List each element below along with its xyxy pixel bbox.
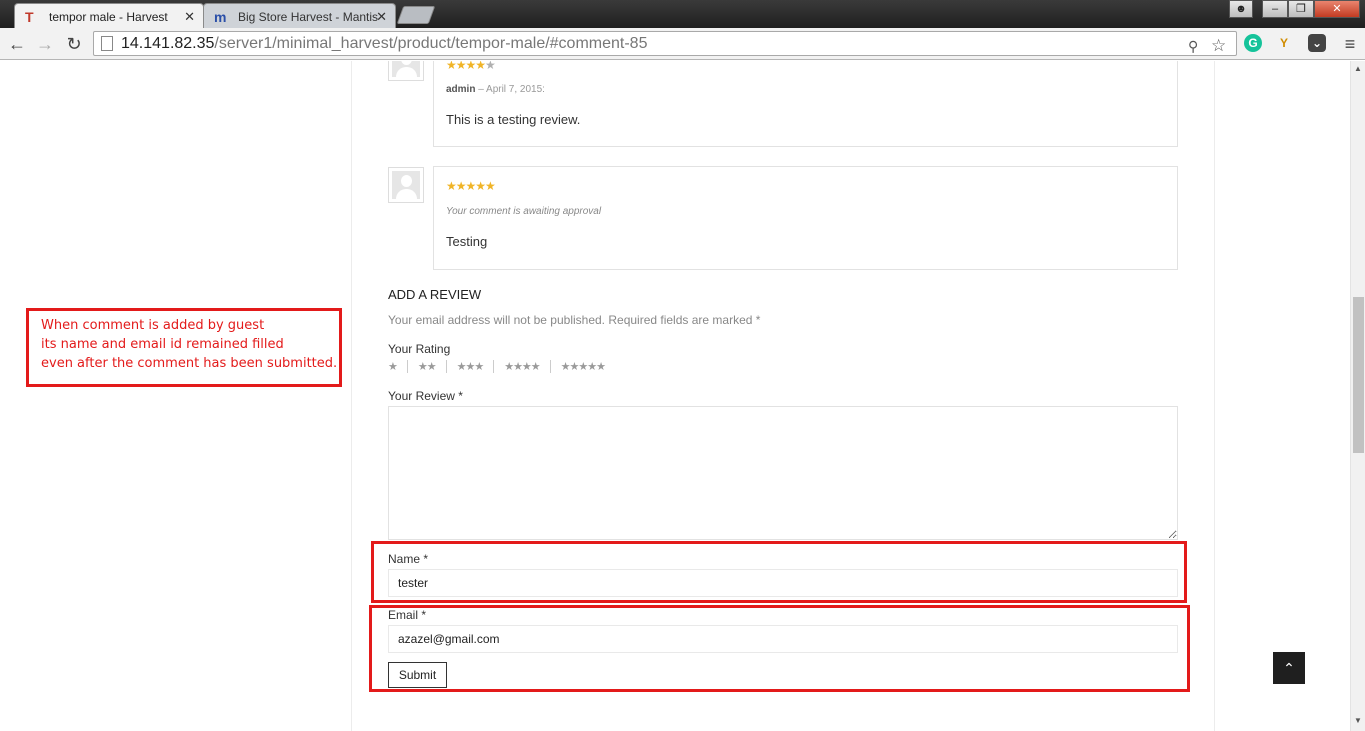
restore-button[interactable]: ❐ [1288,0,1314,18]
scrollbar-thumb[interactable] [1353,297,1364,453]
tab-mantis[interactable]: m Big Store Harvest - Mantis ✕ [203,3,396,28]
url-host: 14.141.82.35 [121,35,215,52]
tab-tempor-male[interactable]: T tempor male - Harvest ✕ [14,3,204,28]
form-notes: Your email address will not be published… [388,313,761,327]
grammarly-icon[interactable]: G [1244,34,1262,52]
url-path: /server1/minimal_harvest/product/tempor-… [214,35,648,52]
avatar [388,61,424,81]
rating-selector: ★ ★★ ★★★ ★★★★ ★★★★★ [388,360,615,373]
annotation-text: When comment is added by guest its name … [41,318,338,371]
rating-label: Your Rating [388,342,451,356]
zoom-icon[interactable]: ⚲ [1188,35,1198,58]
name-field-highlight [371,541,1187,603]
content-left-border [351,61,352,731]
review-item [433,61,1178,147]
rating-option-3[interactable]: ★★★ [445,360,494,373]
review-meta: admin – April 7, 2015: [446,84,545,95]
review-label: Your Review * [388,389,463,403]
rating-option-1[interactable]: ★ [388,360,407,373]
add-review-heading: Add a review [388,287,482,302]
star-icon[interactable]: ☆ [1211,34,1226,57]
review-item [433,166,1178,270]
address-bar[interactable]: 14.141.82.35/server1/minimal_harvest/pro… [93,31,1237,56]
forward-icon[interactable]: → [33,32,57,56]
tab-title: tempor male - Harvest [49,10,168,24]
chevron-up-icon: ⌃ [1283,660,1295,676]
content-right-border [1214,61,1215,731]
scroll-up-icon[interactable]: ▲ [1354,64,1362,73]
tab-close-icon[interactable]: ✕ [184,9,195,25]
mantis-favicon-icon: m [214,9,227,25]
email-submit-highlight [369,605,1190,692]
tab-title: Big Store Harvest - Mantis [238,10,379,24]
minimize-button[interactable]: – [1262,0,1288,18]
review-date: – April 7, 2015: [475,84,545,95]
scroll-down-icon[interactable]: ▼ [1354,716,1362,725]
pocket-icon[interactable]: ⌄ [1308,34,1326,52]
rating-option-2[interactable]: ★★ [406,360,446,373]
new-tab-button[interactable] [396,6,436,24]
page-viewport: ★★★★★ admin – April 7, 2015: This is a t… [0,61,1350,731]
rating-option-5[interactable]: ★★★★★ [549,360,615,373]
review-rating-stars: ★★★★★ [446,61,496,72]
review-author: admin [446,84,476,95]
browser-titlebar: T tempor male - Harvest ✕ m Big Store Ha… [0,0,1365,28]
page-scrollbar[interactable]: ▲ ▼ [1350,61,1365,731]
page-icon [101,36,113,51]
browser-toolbar: ← → ↻ 14.141.82.35/server1/minimal_harve… [0,28,1365,60]
awaiting-approval-note: Your comment is awaiting approval [446,206,602,217]
yoast-icon[interactable]: Y [1275,34,1293,52]
tab-close-icon[interactable]: ✕ [376,9,387,25]
avatar [388,167,424,203]
menu-icon[interactable]: ≡ [1338,32,1362,56]
profile-icon[interactable]: ☻ [1229,0,1253,18]
back-to-top-button[interactable]: ⌃ [1273,652,1305,684]
review-text: This is a testing review. [446,112,581,127]
window-close-button[interactable]: ✕ [1314,0,1360,18]
reload-icon[interactable]: ↻ [62,32,86,56]
review-rating-stars: ★★★★★ [446,179,496,193]
harvest-favicon-icon: T [25,9,34,25]
rating-option-4[interactable]: ★★★★ [493,360,549,373]
review-text: Testing [446,234,488,249]
review-textarea[interactable] [388,406,1178,540]
back-icon[interactable]: ← [5,32,29,56]
